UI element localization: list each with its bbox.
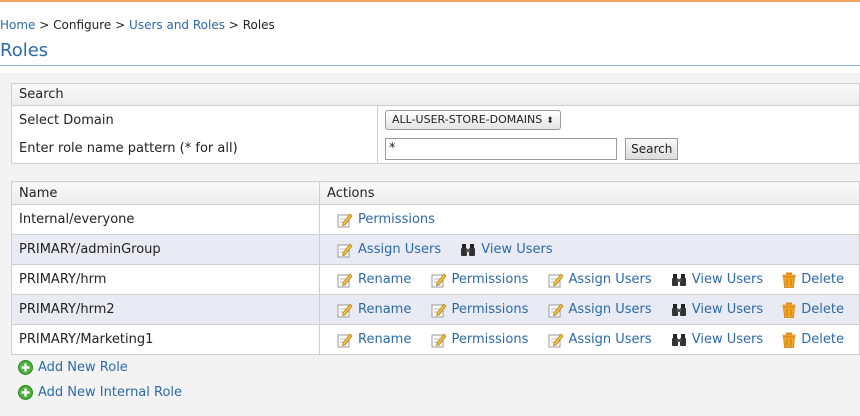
add-circle-icon — [18, 385, 33, 400]
view-users-link[interactable]: View Users — [671, 332, 763, 348]
role-name: PRIMARY/Marketing1 — [10, 324, 321, 355]
assign-users-link[interactable]: Assign Users — [337, 242, 441, 258]
action-label: Rename — [358, 332, 412, 347]
domain-select[interactable]: ALL-USER-STORE-DOMAINS ⬍ — [385, 110, 561, 131]
delete-link[interactable]: Delete — [782, 302, 844, 318]
role-name: PRIMARY/hrm2 — [10, 294, 321, 325]
table-row: PRIMARY/adminGroup Assign Users View Use… — [10, 234, 860, 265]
edit-icon — [337, 332, 353, 347]
binoculars-icon — [461, 243, 476, 256]
action-label: Assign Users — [568, 332, 652, 347]
view-users-link[interactable]: View Users — [671, 302, 763, 318]
role-name: PRIMARY/adminGroup — [10, 234, 321, 265]
role-name: PRIMARY/hrm — [10, 264, 321, 295]
edit-icon — [431, 302, 446, 317]
search-panel: Search Select Domain ALL-USER-STORE-DOMA… — [11, 83, 860, 164]
action-label: View Users — [691, 332, 764, 347]
action-label: Permissions — [358, 212, 435, 227]
edit-icon — [548, 272, 563, 287]
select-arrows-icon: ⬍ — [546, 116, 554, 127]
rename-link[interactable]: Rename — [337, 332, 411, 348]
binoculars-icon — [671, 303, 686, 316]
select-domain-label: Select Domain — [11, 105, 378, 135]
binoculars-icon — [671, 333, 686, 346]
table-row: PRIMARY/hrm Rename Permissions Assign Us… — [10, 264, 860, 295]
role-pattern-input[interactable]: * — [385, 137, 617, 160]
breadcrumb-home-link[interactable]: Home — [0, 18, 35, 32]
title-divider — [0, 65, 860, 66]
add-new-internal-role-link[interactable]: Add New Internal Role — [18, 385, 182, 400]
action-label: Assign Users — [358, 242, 442, 257]
role-name: Internal/everyone — [10, 204, 321, 235]
assign-users-link[interactable]: Assign Users — [548, 332, 652, 348]
view-users-link[interactable]: View Users — [460, 242, 553, 258]
breadcrumb-users-and-roles-link[interactable]: Users and Roles — [129, 18, 225, 32]
rename-link[interactable]: Rename — [337, 272, 411, 288]
permissions-link[interactable]: Permissions — [337, 212, 435, 228]
edit-icon — [337, 242, 353, 257]
permissions-link[interactable]: Permissions — [431, 332, 529, 348]
rename-link[interactable]: Rename — [337, 302, 411, 318]
action-label: Assign Users — [568, 272, 652, 287]
permissions-link[interactable]: Permissions — [431, 302, 529, 318]
action-label: Rename — [358, 302, 412, 317]
breadcrumb-current: Roles — [242, 18, 275, 32]
edit-icon — [337, 272, 353, 287]
action-label: Permissions — [451, 332, 529, 347]
action-label: View Users — [481, 242, 553, 257]
page-title: Roles — [0, 40, 49, 61]
delete-link[interactable]: Delete — [782, 332, 844, 348]
edit-icon — [337, 212, 353, 227]
edit-icon — [337, 302, 353, 317]
assign-users-link[interactable]: Assign Users — [548, 272, 652, 288]
actions-column-header: Actions — [319, 181, 860, 205]
search-header: Search — [11, 83, 860, 106]
action-label: Delete — [801, 332, 844, 347]
breadcrumb: Home > Configure > Users and Roles > Rol… — [0, 18, 275, 32]
action-label: View Users — [691, 302, 764, 317]
edit-icon — [548, 302, 563, 317]
role-pattern-label: Enter role name pattern (* for all) — [11, 134, 378, 164]
permissions-link[interactable]: Permissions — [431, 272, 529, 288]
table-row: PRIMARY/hrm2 Rename Permissions Assign U… — [10, 294, 860, 325]
breadcrumb-separator: > — [115, 18, 126, 32]
domain-select-value: ALL-USER-STORE-DOMAINS — [392, 113, 543, 127]
trash-icon — [782, 272, 796, 288]
roles-table: Name Actions Internal/everyone Permissio… — [10, 181, 860, 355]
binoculars-icon — [671, 273, 686, 286]
table-row: PRIMARY/Marketing1 Rename Permissions As… — [10, 324, 860, 355]
action-label: Delete — [801, 272, 844, 287]
search-button[interactable]: Search — [625, 137, 679, 160]
assign-users-link[interactable]: Assign Users — [548, 302, 652, 318]
page-header: Home > Configure > Users and Roles > Rol… — [0, 2, 860, 73]
trash-icon — [782, 302, 796, 318]
add-new-internal-role-label: Add New Internal Role — [38, 385, 183, 400]
action-label: Permissions — [451, 302, 529, 317]
edit-icon — [431, 332, 446, 347]
action-label: View Users — [691, 272, 764, 287]
table-row: Internal/everyone Permissions — [10, 204, 860, 235]
breadcrumb-configure: Configure — [53, 18, 112, 32]
view-users-link[interactable]: View Users — [671, 272, 763, 288]
delete-link[interactable]: Delete — [782, 272, 844, 288]
action-label: Rename — [358, 272, 412, 287]
breadcrumb-separator: > — [228, 18, 239, 32]
add-new-role-link[interactable]: Add New Role — [18, 360, 128, 375]
name-column-header: Name — [10, 181, 321, 205]
action-label: Delete — [801, 302, 844, 317]
add-circle-icon — [18, 360, 33, 375]
edit-icon — [431, 272, 446, 287]
action-label: Assign Users — [568, 302, 652, 317]
edit-icon — [548, 332, 563, 347]
action-label: Permissions — [451, 272, 529, 287]
trash-icon — [782, 332, 796, 348]
breadcrumb-separator: > — [39, 18, 50, 32]
add-new-role-label: Add New Role — [38, 360, 128, 375]
